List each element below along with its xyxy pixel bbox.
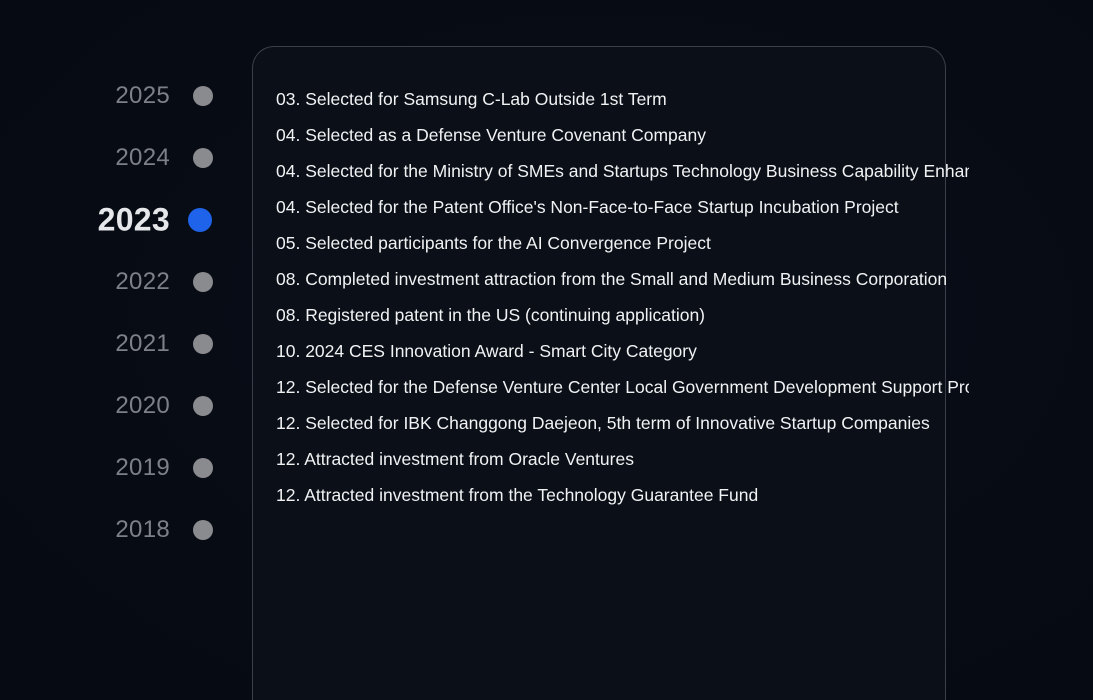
timeline-dot-icon [193, 334, 213, 354]
timeline-dot-icon [193, 86, 213, 106]
year-item-2024[interactable]: 2024 [0, 127, 230, 189]
year-item-2019[interactable]: 2019 [0, 437, 230, 499]
event-item: 04. Selected as a Defense Venture Covena… [276, 125, 706, 145]
event-list: 03. Selected for Samsung C-Lab Outside 1… [276, 84, 969, 516]
event-item: 12. Selected for IBK Changgong Daejeon, … [276, 413, 930, 433]
year-label-active: 2023 [97, 201, 170, 238]
event-item: 10. 2024 CES Innovation Award - Smart Ci… [276, 341, 697, 361]
event-item: 05. Selected participants for the AI Con… [276, 233, 711, 253]
year-label: 2019 [115, 454, 170, 481]
year-item-2021[interactable]: 2021 [0, 313, 230, 375]
event-item: 12. Selected for the Defense Venture Cen… [276, 377, 969, 397]
event-item: 04. Selected for the Patent Office's Non… [276, 197, 899, 217]
year-item-2020[interactable]: 2020 [0, 375, 230, 437]
event-item: 04. Selected for the Ministry of SMEs an… [276, 161, 969, 181]
year-item-2018[interactable]: 2018 [0, 499, 230, 561]
year-label: 2025 [115, 82, 170, 109]
events-panel: 03. Selected for Samsung C-Lab Outside 1… [252, 46, 969, 700]
year-label: 2022 [115, 268, 170, 295]
timeline-dot-icon [193, 396, 213, 416]
year-label: 2020 [115, 392, 170, 419]
history-section: 2025 2024 2023 2022 2021 2020 2019 2018 [0, 0, 1093, 700]
event-item: 12. Attracted investment from the Techno… [276, 485, 759, 505]
year-label: 2018 [115, 516, 170, 543]
event-item: 03. Selected for Samsung C-Lab Outside 1… [276, 89, 667, 109]
timeline-dot-active-icon [188, 208, 212, 232]
events-viewport: 03. Selected for Samsung C-Lab Outside 1… [276, 84, 969, 684]
timeline-dot-icon [193, 520, 213, 540]
timeline-dot-icon [193, 148, 213, 168]
year-label: 2021 [115, 330, 170, 357]
event-item: 08. Completed investment attraction from… [276, 269, 948, 289]
timeline-dot-icon [193, 458, 213, 478]
event-item: 12. Attracted investment from Oracle Ven… [276, 449, 634, 469]
year-label: 2024 [115, 144, 170, 171]
timeline-dot-icon [193, 272, 213, 292]
event-item: 08. Registered patent in the US (continu… [276, 305, 706, 325]
year-item-2025[interactable]: 2025 [0, 65, 230, 127]
year-item-2022[interactable]: 2022 [0, 251, 230, 313]
year-item-2023[interactable]: 2023 [0, 189, 230, 251]
